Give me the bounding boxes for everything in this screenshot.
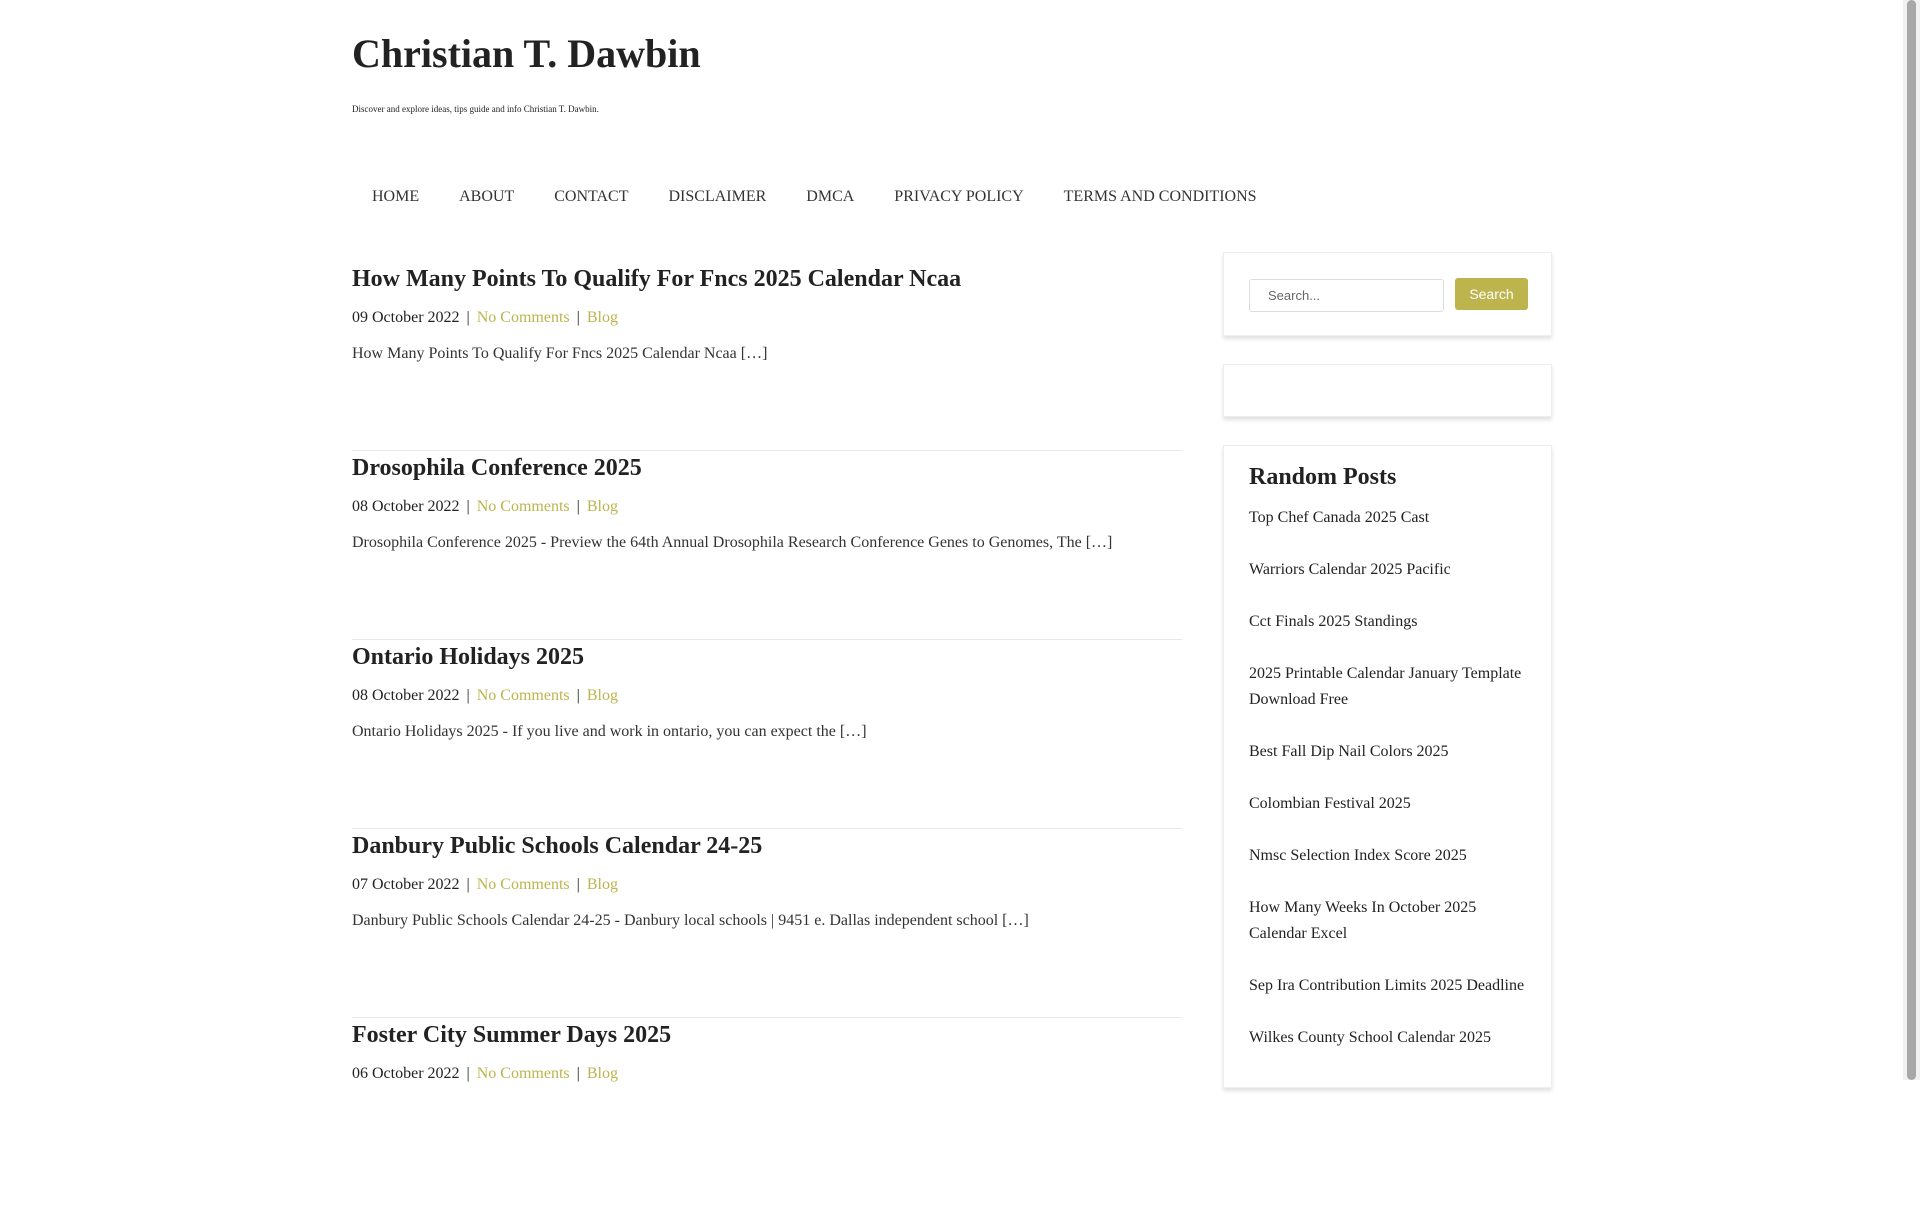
comments-link[interactable]: No Comments — [477, 876, 570, 893]
nav-disclaimer[interactable]: DISCLAIMER — [649, 185, 787, 209]
post-meta: 08 October 2022 | No Comments | Blog — [352, 687, 618, 705]
site-title[interactable]: Christian T. Dawbin — [352, 30, 701, 77]
nav-contact[interactable]: CONTACT — [534, 185, 648, 209]
post-title[interactable]: Drosophila Conference 2025 — [352, 455, 642, 482]
random-post-link[interactable]: Top Chef Canada 2025 Cast — [1249, 505, 1526, 557]
comments-link[interactable]: No Comments — [477, 1065, 570, 1082]
search-button[interactable]: Search — [1455, 278, 1528, 310]
post-title[interactable]: Foster City Summer Days 2025 — [352, 1022, 671, 1049]
post-item: Foster City Summer Days 2025 06 October … — [352, 1018, 1182, 1207]
post-item: Drosophila Conference 2025 08 October 20… — [352, 451, 1182, 640]
category-link[interactable]: Blog — [587, 309, 618, 326]
sidebar: Search Random Posts Top Chef Canada 2025… — [1223, 252, 1552, 1116]
random-post-link[interactable]: Best Fall Dip Nail Colors 2025 — [1249, 739, 1526, 791]
post-excerpt: Drosophila Conference 2025 - Preview the… — [352, 534, 1113, 551]
post-date: 06 October 2022 — [352, 1065, 460, 1082]
post-date: 07 October 2022 — [352, 876, 460, 893]
post-excerpt: How Many Points To Qualify For Fncs 2025… — [352, 345, 768, 362]
random-posts-list: Top Chef Canada 2025 Cast Warriors Calen… — [1249, 505, 1526, 1077]
empty-widget — [1223, 364, 1552, 417]
post-title[interactable]: Ontario Holidays 2025 — [352, 644, 584, 671]
random-posts-widget: Random Posts Top Chef Canada 2025 Cast W… — [1223, 445, 1552, 1088]
nav-dmca[interactable]: DMCA — [786, 185, 874, 209]
category-link[interactable]: Blog — [587, 687, 618, 704]
meta-separator: | — [576, 1065, 580, 1082]
search-widget: Search — [1223, 252, 1552, 336]
meta-separator: | — [466, 309, 470, 326]
random-post-link[interactable]: Colombian Festival 2025 — [1249, 791, 1526, 843]
nav-terms-and-conditions[interactable]: TERMS AND CONDITIONS — [1044, 185, 1277, 209]
random-post-link[interactable]: Nmsc Selection Index Score 2025 — [1249, 843, 1526, 895]
post-date: 08 October 2022 — [352, 498, 460, 515]
post-meta: 06 October 2022 | No Comments | Blog — [352, 1065, 618, 1083]
random-post-link[interactable]: Wilkes County School Calendar 2025 — [1249, 1025, 1526, 1077]
post-title[interactable]: Danbury Public Schools Calendar 24-25 — [352, 833, 762, 860]
post-excerpt: Danbury Public Schools Calendar 24-25 - … — [352, 912, 1029, 929]
meta-separator: | — [576, 687, 580, 704]
meta-separator: | — [576, 309, 580, 326]
category-link[interactable]: Blog — [587, 876, 618, 893]
post-title[interactable]: How Many Points To Qualify For Fncs 2025… — [352, 266, 961, 293]
random-posts-title: Random Posts — [1249, 464, 1397, 490]
random-post-link[interactable]: Cct Finals 2025 Standings — [1249, 609, 1526, 661]
category-link[interactable]: Blog — [587, 498, 618, 515]
post-item: Danbury Public Schools Calendar 24-25 07… — [352, 829, 1182, 1018]
nav-home[interactable]: HOME — [352, 185, 439, 209]
random-post-link[interactable]: Sep Ira Contribution Limits 2025 Deadlin… — [1249, 973, 1526, 1025]
post-item: How Many Points To Qualify For Fncs 2025… — [352, 262, 1182, 451]
meta-separator: | — [576, 498, 580, 515]
post-list: How Many Points To Qualify For Fncs 2025… — [352, 262, 1182, 1207]
post-date: 08 October 2022 — [352, 687, 460, 704]
comments-link[interactable]: No Comments — [477, 309, 570, 326]
nav-privacy-policy[interactable]: PRIVACY POLICY — [874, 185, 1043, 209]
post-date: 09 October 2022 — [352, 309, 460, 326]
comments-link[interactable]: No Comments — [477, 687, 570, 704]
random-post-link[interactable]: 2025 Printable Calendar January Template… — [1249, 661, 1526, 739]
page-scrollbar[interactable] — [1903, 0, 1920, 1080]
comments-link[interactable]: No Comments — [477, 498, 570, 515]
post-excerpt: Ontario Holidays 2025 - If you live and … — [352, 723, 867, 740]
scrollbar-thumb[interactable] — [1907, 0, 1916, 1080]
search-input[interactable] — [1249, 279, 1444, 312]
random-post-link[interactable]: Warriors Calendar 2025 Pacific — [1249, 557, 1526, 609]
site-description: Discover and explore ideas, tips guide a… — [352, 104, 599, 114]
random-post-link[interactable]: How Many Weeks In October 2025 Calendar … — [1249, 895, 1526, 973]
post-meta: 07 October 2022 | No Comments | Blog — [352, 876, 618, 894]
nav-about[interactable]: ABOUT — [439, 185, 534, 209]
post-item: Ontario Holidays 2025 08 October 2022 | No… — [352, 640, 1182, 829]
meta-separator: | — [466, 687, 470, 704]
meta-separator: | — [466, 498, 470, 515]
post-meta: 09 October 2022 | No Comments | Blog — [352, 309, 618, 327]
main-nav: HOME ABOUT CONTACT DISCLAIMER DMCA PRIVA… — [352, 185, 1277, 209]
post-meta: 08 October 2022 | No Comments | Blog — [352, 498, 618, 516]
category-link[interactable]: Blog — [587, 1065, 618, 1082]
meta-separator: | — [466, 876, 470, 893]
meta-separator: | — [466, 1065, 470, 1082]
meta-separator: | — [576, 876, 580, 893]
